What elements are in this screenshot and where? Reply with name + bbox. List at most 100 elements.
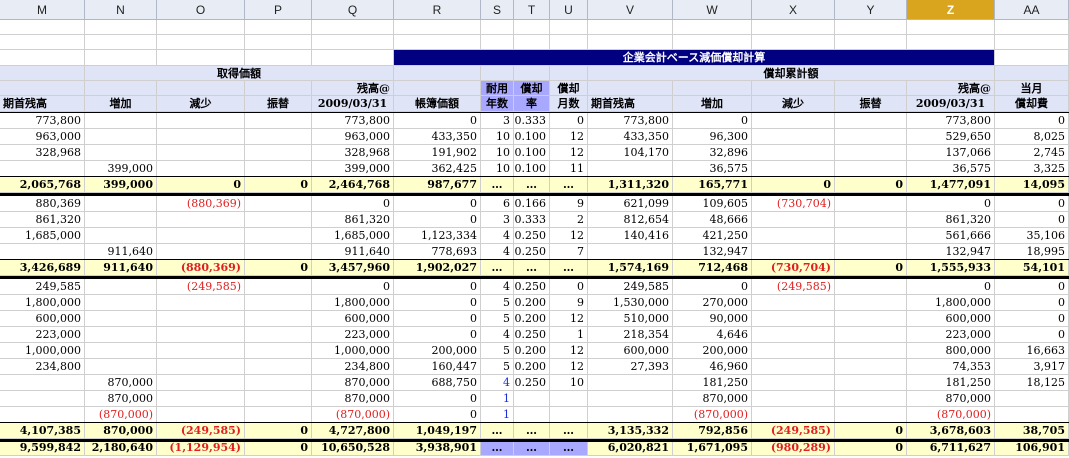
data-cell[interactable]: 421,250 (673, 228, 752, 244)
data-cell[interactable] (835, 113, 907, 129)
data-cell[interactable]: 362,425 (394, 161, 481, 177)
data-cell[interactable]: 399,000 (85, 161, 157, 177)
subtotal-cell[interactable]: … (481, 177, 514, 193)
data-cell[interactable] (245, 161, 312, 177)
data-cell[interactable] (245, 228, 312, 244)
empty-cell[interactable] (907, 35, 995, 50)
data-cell[interactable] (514, 407, 550, 423)
subtotal-cell[interactable]: 792,856 (673, 423, 752, 439)
empty-cell[interactable] (85, 50, 157, 66)
data-cell[interactable]: 234,800 (312, 359, 394, 375)
data-cell[interactable]: 773,800 (588, 113, 673, 129)
data-cell[interactable]: 399,000 (312, 161, 394, 177)
data-cell[interactable]: 0 (995, 196, 1069, 212)
subtotal-cell[interactable]: 4,727,800 (312, 423, 394, 439)
subtotal-cell[interactable]: 3,678,603 (907, 423, 995, 439)
data-cell[interactable] (835, 212, 907, 228)
data-cell[interactable] (752, 407, 835, 423)
empty-cell[interactable] (394, 20, 481, 35)
empty-cell[interactable] (394, 35, 481, 50)
data-cell[interactable]: 0.200 (514, 343, 550, 359)
data-cell[interactable] (85, 145, 157, 161)
data-cell[interactable] (588, 244, 673, 260)
data-cell[interactable] (835, 327, 907, 343)
data-cell[interactable] (245, 391, 312, 407)
data-cell[interactable] (85, 327, 157, 343)
empty-cell[interactable] (85, 20, 157, 35)
data-cell[interactable]: 2,745 (995, 145, 1069, 161)
data-cell[interactable] (752, 375, 835, 391)
subtotal-cell[interactable]: 0 (752, 177, 835, 193)
data-cell[interactable]: 433,350 (394, 129, 481, 145)
data-cell[interactable] (752, 113, 835, 129)
data-cell[interactable]: (870,000) (312, 407, 394, 423)
subtotal-cell[interactable]: 1,574,169 (588, 260, 673, 276)
data-cell[interactable]: 249,585 (0, 279, 85, 295)
data-cell[interactable]: 0.250 (514, 375, 550, 391)
data-cell[interactable]: 0.250 (514, 279, 550, 295)
data-cell[interactable] (835, 244, 907, 260)
data-cell[interactable] (835, 129, 907, 145)
data-cell[interactable]: 10 (481, 145, 514, 161)
data-cell[interactable]: 1,800,000 (0, 295, 85, 311)
data-cell[interactable]: 0 (550, 113, 588, 129)
data-cell[interactable] (245, 244, 312, 260)
data-cell[interactable]: (870,000) (85, 407, 157, 423)
column-header-u[interactable]: U (550, 0, 588, 20)
data-cell[interactable] (0, 391, 85, 407)
data-cell[interactable]: 328,968 (0, 145, 85, 161)
data-cell[interactable] (85, 311, 157, 327)
data-cell[interactable] (157, 327, 245, 343)
data-cell[interactable] (245, 212, 312, 228)
data-cell[interactable]: (870,000) (907, 407, 995, 423)
empty-cell[interactable] (752, 35, 835, 50)
data-cell[interactable]: 870,000 (312, 391, 394, 407)
column-header-s[interactable]: S (481, 0, 514, 20)
data-cell[interactable]: 0 (394, 327, 481, 343)
subtotal-cell[interactable]: (249,585) (157, 423, 245, 439)
empty-cell[interactable] (995, 20, 1069, 35)
data-cell[interactable]: 218,354 (588, 327, 673, 343)
data-cell[interactable]: 0.166 (514, 196, 550, 212)
data-cell[interactable] (245, 359, 312, 375)
subtotal-cell[interactable]: 399,000 (85, 177, 157, 193)
empty-cell[interactable] (0, 20, 85, 35)
data-cell[interactable]: 911,640 (312, 244, 394, 260)
subtotal-cell[interactable]: 0 (245, 177, 312, 193)
data-cell[interactable]: 4,646 (673, 327, 752, 343)
data-cell[interactable] (835, 343, 907, 359)
data-cell[interactable]: 46,960 (673, 359, 752, 375)
data-cell[interactable]: 5 (481, 295, 514, 311)
data-cell[interactable]: 861,320 (0, 212, 85, 228)
data-cell[interactable] (835, 375, 907, 391)
data-cell[interactable] (835, 161, 907, 177)
data-cell[interactable]: 0.333 (514, 212, 550, 228)
data-cell[interactable]: 800,000 (907, 343, 995, 359)
data-cell[interactable] (85, 228, 157, 244)
subtotal-cell[interactable]: 0 (157, 177, 245, 193)
column-header-aa[interactable]: AA (995, 0, 1069, 20)
empty-cell[interactable] (752, 20, 835, 35)
subtotal-cell[interactable]: … (514, 423, 550, 439)
data-cell[interactable]: 1,530,000 (588, 295, 673, 311)
data-cell[interactable] (752, 327, 835, 343)
data-cell[interactable]: 870,000 (85, 391, 157, 407)
subtotal-cell[interactable]: … (481, 423, 514, 439)
grand-total-cell[interactable]: 9,599,842 (0, 440, 85, 456)
data-cell[interactable] (752, 145, 835, 161)
subtotal-cell[interactable]: 0 (245, 260, 312, 276)
data-cell[interactable]: 12 (550, 343, 588, 359)
data-cell[interactable]: 249,585 (588, 279, 673, 295)
data-cell[interactable] (245, 196, 312, 212)
data-cell[interactable] (752, 295, 835, 311)
data-cell[interactable]: 16,663 (995, 343, 1069, 359)
data-cell[interactable] (752, 161, 835, 177)
data-cell[interactable]: 109,605 (673, 196, 752, 212)
data-cell[interactable]: 12 (550, 311, 588, 327)
empty-cell[interactable] (312, 35, 394, 50)
data-cell[interactable] (752, 391, 835, 407)
data-cell[interactable]: 0.100 (514, 145, 550, 161)
data-cell[interactable]: (249,585) (752, 279, 835, 295)
data-cell[interactable]: 0.250 (514, 228, 550, 244)
subtotal-cell[interactable]: 0 (835, 260, 907, 276)
